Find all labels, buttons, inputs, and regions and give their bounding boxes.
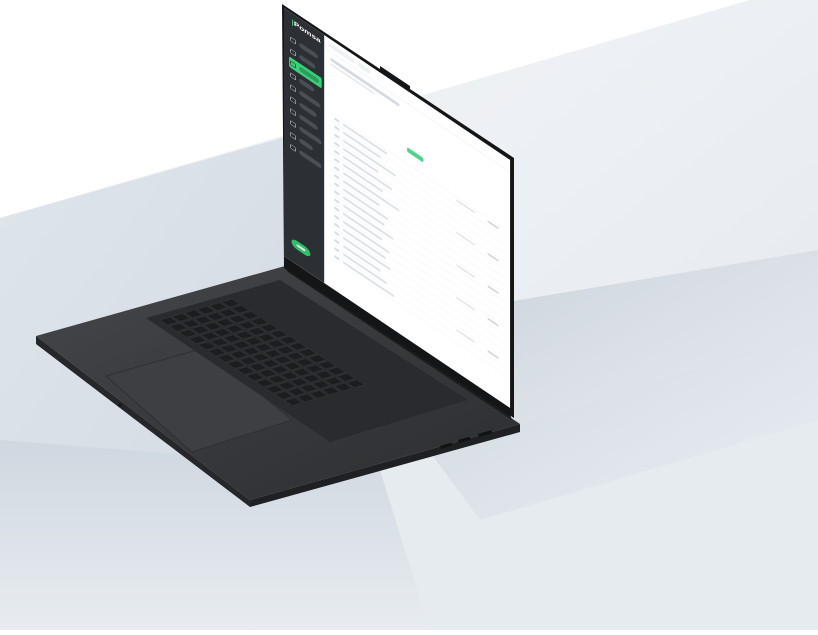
row-checkbox[interactable] [334, 214, 340, 221]
row-checkbox[interactable] [334, 190, 340, 196]
new-item-button[interactable] [291, 237, 311, 259]
row-checkbox[interactable] [334, 230, 340, 237]
row-checkbox[interactable] [334, 173, 340, 180]
row-checkbox[interactable] [334, 125, 340, 131]
sidebar-nav [289, 32, 322, 173]
headphone-jack [118, 403, 122, 407]
sidebar: |Pomsa [284, 8, 325, 284]
row-checkbox[interactable] [334, 149, 340, 156]
row-checkbox[interactable] [334, 222, 340, 229]
clients-icon [290, 72, 296, 81]
row-checkbox[interactable] [334, 238, 340, 245]
row-checkbox[interactable] [334, 206, 340, 213]
row-checkbox[interactable] [334, 133, 340, 140]
product-photo-scene: |Pomsa [0, 0, 818, 630]
inbox-icon [290, 48, 296, 57]
settings-icon [290, 131, 296, 140]
row-checkbox[interactable] [334, 141, 340, 148]
row-checkbox[interactable] [334, 246, 340, 253]
bank-icon [290, 119, 296, 128]
row-checkbox[interactable] [334, 165, 340, 172]
row-checkbox[interactable] [334, 198, 340, 204]
row-checkbox[interactable] [334, 181, 340, 188]
row-checkbox[interactable] [334, 157, 340, 164]
dashboard-icon [290, 36, 296, 45]
row-checkbox[interactable] [334, 117, 340, 123]
receipt-icon [290, 95, 296, 105]
chart-icon [290, 107, 296, 116]
help-icon [290, 143, 296, 152]
document-icon [290, 60, 296, 69]
row-checkbox[interactable] [334, 254, 340, 261]
calendar-icon [290, 84, 296, 93]
